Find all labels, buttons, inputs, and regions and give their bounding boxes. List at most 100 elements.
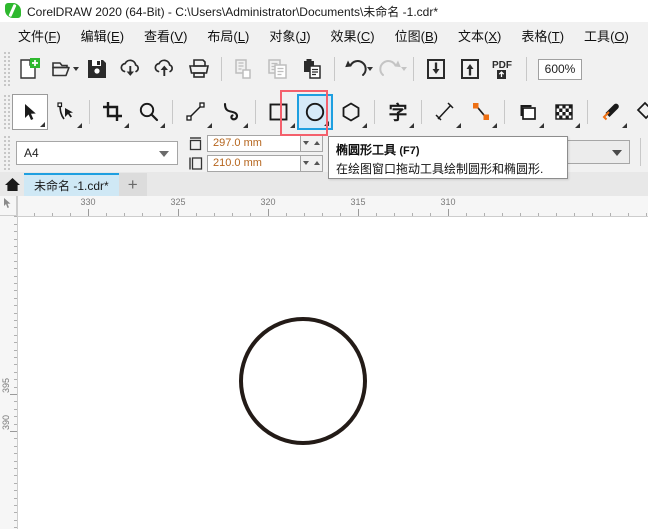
tool-flyout-corner-icon[interactable]	[160, 123, 165, 128]
menu-text[interactable]: 文本(X)	[448, 23, 511, 48]
home-tab-button[interactable]	[0, 172, 24, 196]
menu-edit[interactable]: 编辑(E)	[71, 23, 134, 48]
ruler-label: 390	[1, 415, 11, 431]
cut-button[interactable]	[227, 52, 261, 86]
property-bar-grip[interactable]	[2, 136, 10, 170]
horizontal-ruler[interactable]: 330 325 320 315 310	[0, 196, 648, 217]
toolbox-separator	[374, 100, 375, 124]
zoom-level-input[interactable]: 600%	[538, 58, 582, 80]
tool-flyout-corner-icon[interactable]	[243, 123, 248, 128]
menu-bitmaps-label: 位图	[394, 28, 421, 44]
menu-object[interactable]: 对象(J)	[259, 23, 320, 48]
ruler-tick	[286, 213, 287, 216]
tool-rectangle[interactable]	[261, 94, 297, 130]
menu-bitmaps[interactable]: 位图(B)	[385, 23, 448, 48]
menu-layout[interactable]: 布局(L)	[197, 23, 259, 48]
page-height-input[interactable]: 210.0 mm	[207, 154, 301, 172]
paste-button[interactable]	[295, 52, 329, 86]
vertical-ruler[interactable]: 395 390	[0, 196, 18, 529]
tool-connector[interactable]	[463, 94, 499, 130]
print-button[interactable]	[182, 52, 216, 86]
export-tray-button[interactable]	[453, 52, 487, 86]
tool-flyout-corner-icon[interactable]	[40, 122, 45, 127]
open-document-button[interactable]	[46, 52, 80, 86]
export-button[interactable]	[148, 52, 182, 86]
chevron-down-icon[interactable]	[159, 151, 169, 157]
tool-flyout-corner-icon[interactable]	[409, 123, 414, 128]
ruler-tick	[14, 327, 17, 328]
page-width-icon	[188, 136, 203, 151]
arrow-pointer-icon	[25, 104, 36, 120]
tool-zoom[interactable]	[131, 94, 167, 130]
tool-ellipse[interactable]	[297, 94, 333, 130]
toolbox-grip[interactable]	[2, 95, 10, 129]
tool-polygon[interactable]	[333, 94, 369, 130]
menu-tools[interactable]: 工具(O)	[574, 23, 639, 48]
ellipse-shape[interactable]	[239, 317, 367, 445]
ruler-tick	[14, 416, 17, 417]
eyedropper-icon	[602, 103, 619, 121]
undo-button[interactable]	[340, 52, 374, 86]
tool-freehand[interactable]	[178, 94, 214, 130]
tool-dimension[interactable]	[427, 94, 463, 130]
ruler-tick	[232, 213, 233, 216]
ruler-tick	[394, 213, 395, 216]
new-tab-button[interactable]: +	[118, 173, 147, 196]
menu-view[interactable]: 查看(V)	[134, 23, 197, 48]
menu-effects[interactable]: 效果(C)	[321, 23, 385, 48]
tool-flyout-corner-icon[interactable]	[539, 123, 544, 128]
drawing-canvas[interactable]	[18, 217, 648, 529]
tool-flyout-corner-icon[interactable]	[207, 123, 212, 128]
page-width-spinner[interactable]	[301, 134, 323, 152]
tool-pick[interactable]	[12, 94, 48, 130]
toolbar-grip[interactable]	[2, 52, 10, 86]
menu-table[interactable]: 表格(T)	[511, 23, 574, 48]
tool-drop-shadow[interactable]	[510, 94, 546, 130]
chevron-down-icon[interactable]	[612, 150, 622, 156]
menu-file[interactable]: 文件(F)	[8, 23, 71, 48]
tool-flyout-corner-icon[interactable]	[622, 123, 627, 128]
tool-text[interactable]: 字	[380, 94, 416, 130]
line-nodes-icon	[186, 102, 205, 121]
tool-artistic-media[interactable]	[214, 94, 250, 130]
import-button[interactable]	[114, 52, 148, 86]
ruler-tick	[628, 213, 629, 216]
ruler-tick	[14, 350, 17, 351]
menu-table-label: 表格	[521, 28, 548, 44]
save-document-button[interactable]	[80, 52, 114, 86]
copy-button[interactable]	[261, 52, 295, 86]
tool-shape[interactable]	[48, 94, 84, 130]
ruler-major-tick	[448, 209, 449, 216]
tool-interactive-fill[interactable]	[629, 94, 648, 130]
open-split-arrow-icon[interactable]	[73, 67, 79, 71]
connector-icon	[473, 103, 489, 120]
menu-view-hotkey: V	[174, 28, 184, 44]
ruler-tick	[14, 372, 17, 373]
tool-flyout-corner-icon[interactable]	[575, 123, 580, 128]
page-height-spinner[interactable]	[301, 154, 323, 172]
new-document-button[interactable]	[12, 52, 46, 86]
page-preset-combo[interactable]: A4	[16, 141, 178, 165]
tool-flyout-corner-icon[interactable]	[324, 121, 329, 126]
ruler-tick	[14, 246, 17, 247]
tool-transparency[interactable]	[546, 94, 582, 130]
tool-color-eyedropper[interactable]	[593, 94, 629, 130]
redo-button[interactable]	[374, 52, 408, 86]
tool-flyout-corner-icon[interactable]	[492, 123, 497, 128]
ruler-tick	[14, 446, 17, 447]
document-tab[interactable]: 未命名 -1.cdr*	[24, 173, 119, 196]
tool-flyout-corner-icon[interactable]	[290, 123, 295, 128]
publish-pdf-button[interactable]: PDF	[487, 52, 521, 86]
tool-crop[interactable]	[95, 94, 131, 130]
tool-flyout-corner-icon[interactable]	[456, 123, 461, 128]
ruler-label: 320	[260, 197, 276, 207]
redo-split-arrow-icon[interactable]	[401, 67, 407, 71]
undo-split-arrow-icon[interactable]	[367, 67, 373, 71]
tool-flyout-corner-icon[interactable]	[362, 123, 367, 128]
menu-text-label: 文本	[458, 28, 485, 44]
page-width-input[interactable]: 297.0 mm	[207, 134, 301, 152]
ruler-origin-corner[interactable]	[0, 196, 17, 216]
import-tray-button[interactable]	[419, 52, 453, 86]
tool-flyout-corner-icon[interactable]	[77, 123, 82, 128]
tool-flyout-corner-icon[interactable]	[124, 123, 129, 128]
